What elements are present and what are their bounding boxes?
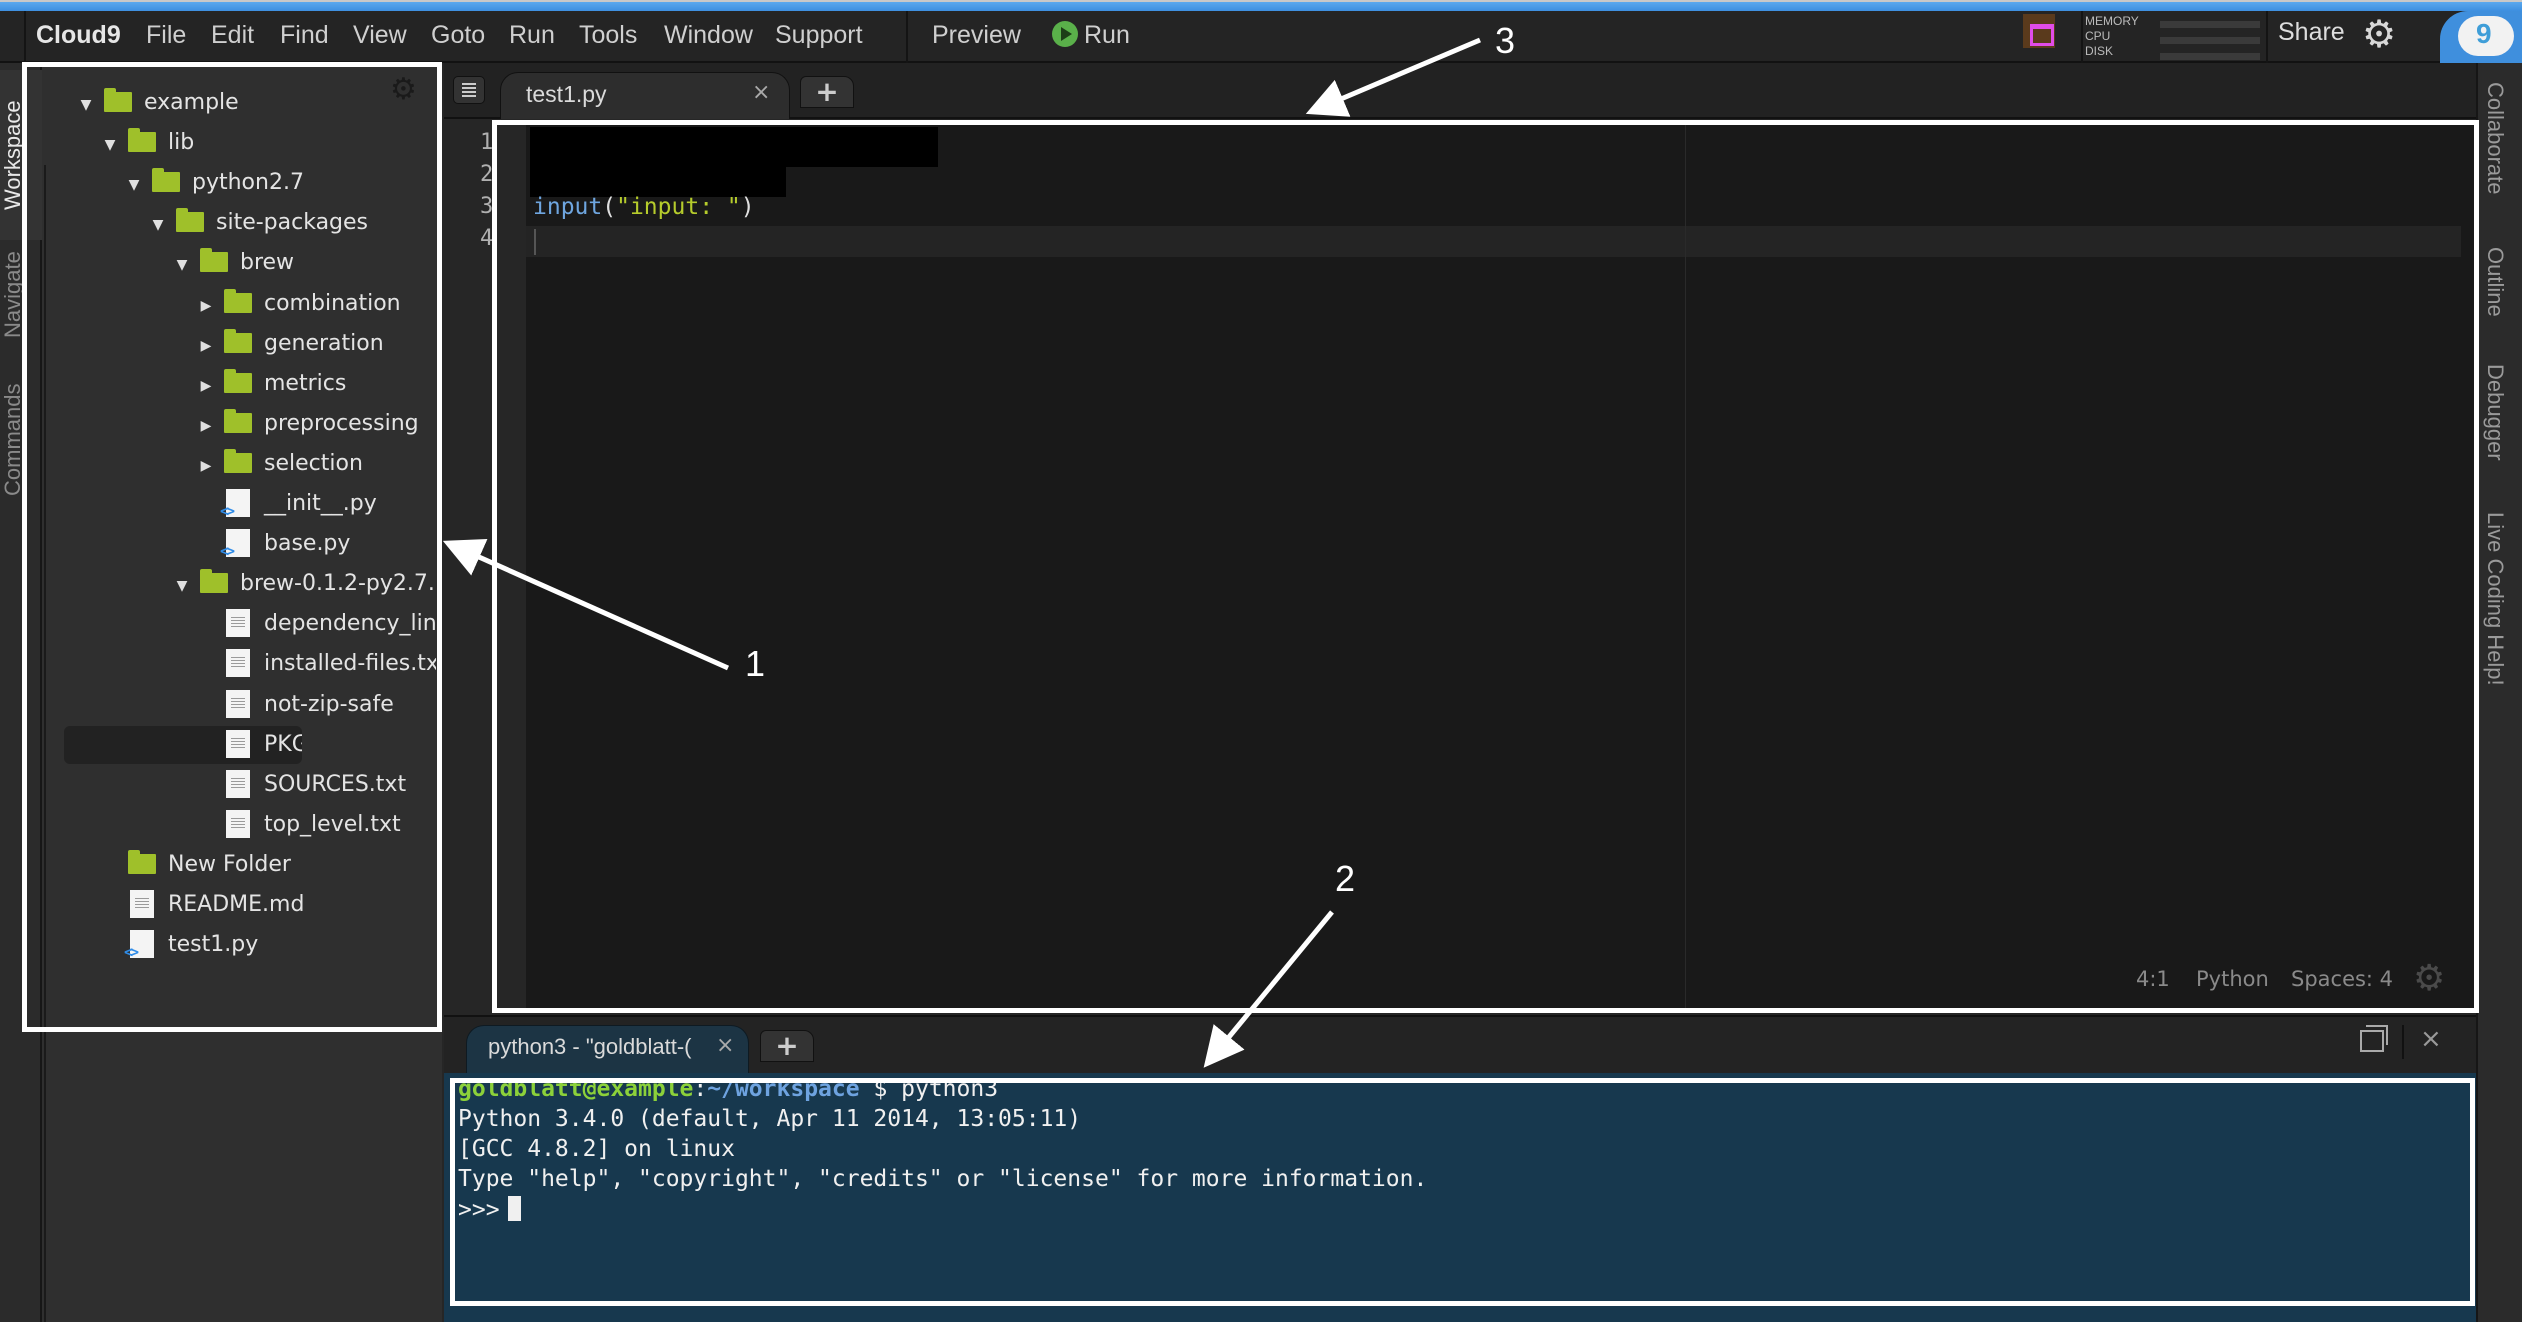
cloud9-ide: Cloud9 File Edit Find View Goto Run Tool… bbox=[0, 0, 2522, 1322]
menu-divider bbox=[24, 11, 26, 63]
tab-label: test1.py bbox=[526, 81, 607, 107]
new-terminal-button[interactable]: + bbox=[760, 1030, 814, 1062]
cpu-bar bbox=[2160, 37, 2260, 44]
new-tab-button[interactable]: + bbox=[800, 76, 854, 108]
menu-file[interactable]: File bbox=[146, 21, 186, 50]
tab-outline[interactable]: Outline bbox=[2482, 247, 2508, 317]
close-panel-icon[interactable]: × bbox=[2420, 1024, 2442, 1054]
menu-edit[interactable]: Edit bbox=[211, 21, 254, 50]
restore-panel-icon[interactable] bbox=[2360, 1025, 2388, 1052]
tab-collaborate[interactable]: Collaborate bbox=[2482, 82, 2508, 195]
terminal-toolbar-divider bbox=[2402, 1025, 2404, 1059]
run-button-label: Run bbox=[1084, 21, 1130, 49]
play-icon bbox=[1052, 21, 1078, 47]
terminal-tab-close-icon[interactable]: × bbox=[716, 1033, 734, 1058]
memory-label: MEMORY bbox=[2085, 14, 2139, 28]
tab-live-coding-help[interactable]: Live Coding Help! bbox=[2482, 512, 2508, 686]
menu-run[interactable]: Run bbox=[509, 21, 555, 50]
annotation-label-2: 2 bbox=[1335, 858, 1356, 899]
user-avatar-icon[interactable] bbox=[2023, 14, 2055, 48]
memory-bar bbox=[2160, 21, 2260, 28]
menu-support[interactable]: Support bbox=[775, 21, 863, 50]
annotation-label-3: 3 bbox=[1495, 20, 1516, 61]
menu-divider bbox=[906, 11, 908, 63]
resource-meters[interactable]: MEMORY CPU DISK bbox=[2085, 14, 2139, 59]
cloud9-brand[interactable]: Cloud9 bbox=[36, 21, 121, 50]
menu-divider bbox=[2081, 11, 2083, 63]
annotation-box-1 bbox=[22, 62, 442, 1032]
tab-debugger[interactable]: Debugger bbox=[2482, 364, 2508, 461]
browser-top-strip bbox=[0, 0, 2522, 11]
tab-close-icon[interactable]: × bbox=[752, 80, 770, 105]
menu-view[interactable]: View bbox=[353, 21, 407, 50]
run-button[interactable]: Run bbox=[1052, 21, 1130, 50]
share-button[interactable]: Share bbox=[2278, 18, 2345, 47]
tab-menu-icon[interactable] bbox=[453, 76, 485, 104]
menu-goto[interactable]: Goto bbox=[431, 21, 485, 50]
settings-gear-icon[interactable]: ⚙ bbox=[2362, 12, 2396, 56]
menu-bar: Cloud9 File Edit Find View Goto Run Tool… bbox=[0, 11, 2522, 63]
cloud9-logo-icon[interactable]: 9 bbox=[2458, 16, 2514, 56]
preview-button[interactable]: Preview bbox=[932, 21, 1021, 50]
terminal-tab-label: python3 - "goldblatt-( bbox=[488, 1034, 692, 1059]
annotation-box-3 bbox=[492, 120, 2479, 1013]
menu-tools[interactable]: Tools bbox=[579, 21, 637, 50]
annotation-label-1: 1 bbox=[745, 643, 766, 684]
disk-bar bbox=[2160, 53, 2260, 60]
cpu-label: CPU bbox=[2085, 29, 2111, 43]
menu-window[interactable]: Window bbox=[664, 21, 753, 50]
menu-divider bbox=[2266, 11, 2268, 63]
annotation-box-2 bbox=[450, 1078, 2475, 1306]
disk-label: DISK bbox=[2085, 44, 2114, 58]
menu-find[interactable]: Find bbox=[280, 21, 329, 50]
